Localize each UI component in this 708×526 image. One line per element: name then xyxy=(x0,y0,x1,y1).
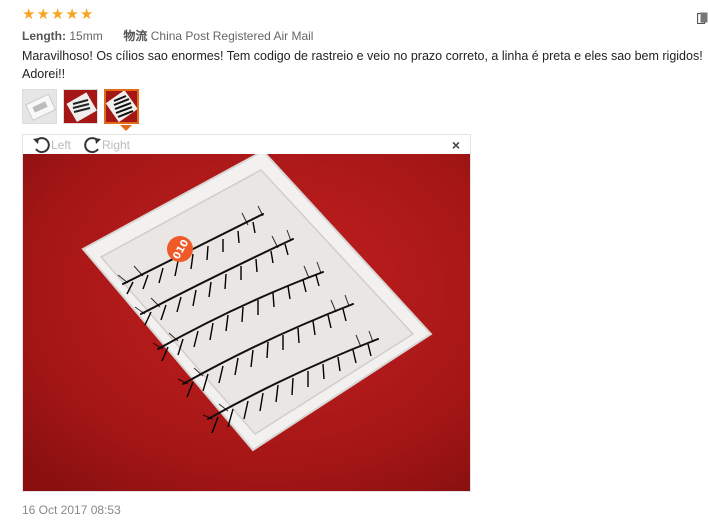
review-date: 16 Oct 2017 08:53 xyxy=(22,503,121,517)
thumbnail-strip xyxy=(22,89,139,124)
rotate-right-label: Right xyxy=(102,138,131,152)
shipping-value: China Post Registered Air Mail xyxy=(150,29,314,43)
rotate-right-button[interactable]: Right xyxy=(83,136,130,154)
star-icon: ★ xyxy=(22,6,36,23)
rating-stars: ★ ★ ★ ★ ★ xyxy=(22,7,93,22)
order-meta: Length: 15mm 物流 China Post Registered Ai… xyxy=(22,27,313,44)
thumbnail-image xyxy=(64,90,97,123)
star-icon: ★ xyxy=(65,6,79,23)
thumbnail-3[interactable] xyxy=(104,89,139,124)
thumbnail-image xyxy=(106,91,137,122)
star-icon: ★ xyxy=(50,6,65,23)
review-photo: 010 xyxy=(23,154,470,491)
eyelash-photo: 010 xyxy=(23,154,470,491)
rotate-left-button[interactable]: Left xyxy=(32,136,71,154)
star-icon: ★ xyxy=(36,6,50,23)
rotate-left-label: Left xyxy=(51,138,72,152)
image-viewer: Left Right × 010 xyxy=(22,134,471,492)
thumbnail-image xyxy=(23,90,56,123)
rotate-left-icon xyxy=(33,137,50,154)
length-label: Length: xyxy=(22,29,66,43)
close-icon[interactable]: × xyxy=(452,137,460,153)
thumbnail-1[interactable] xyxy=(22,89,57,124)
review-text: Maravilhoso! Os cílios sao enormes! Tem … xyxy=(22,49,703,81)
active-thumbnail-indicator xyxy=(120,125,132,131)
viewer-toolbar: Left Right × xyxy=(23,135,470,154)
feedback-icon[interactable] xyxy=(697,12,708,24)
shipping-label: 物流 xyxy=(123,29,148,43)
length-value: 15mm xyxy=(69,29,103,43)
rotate-right-icon xyxy=(84,137,101,154)
thumbnail-2[interactable] xyxy=(63,89,98,124)
star-icon: ★ xyxy=(79,6,94,23)
